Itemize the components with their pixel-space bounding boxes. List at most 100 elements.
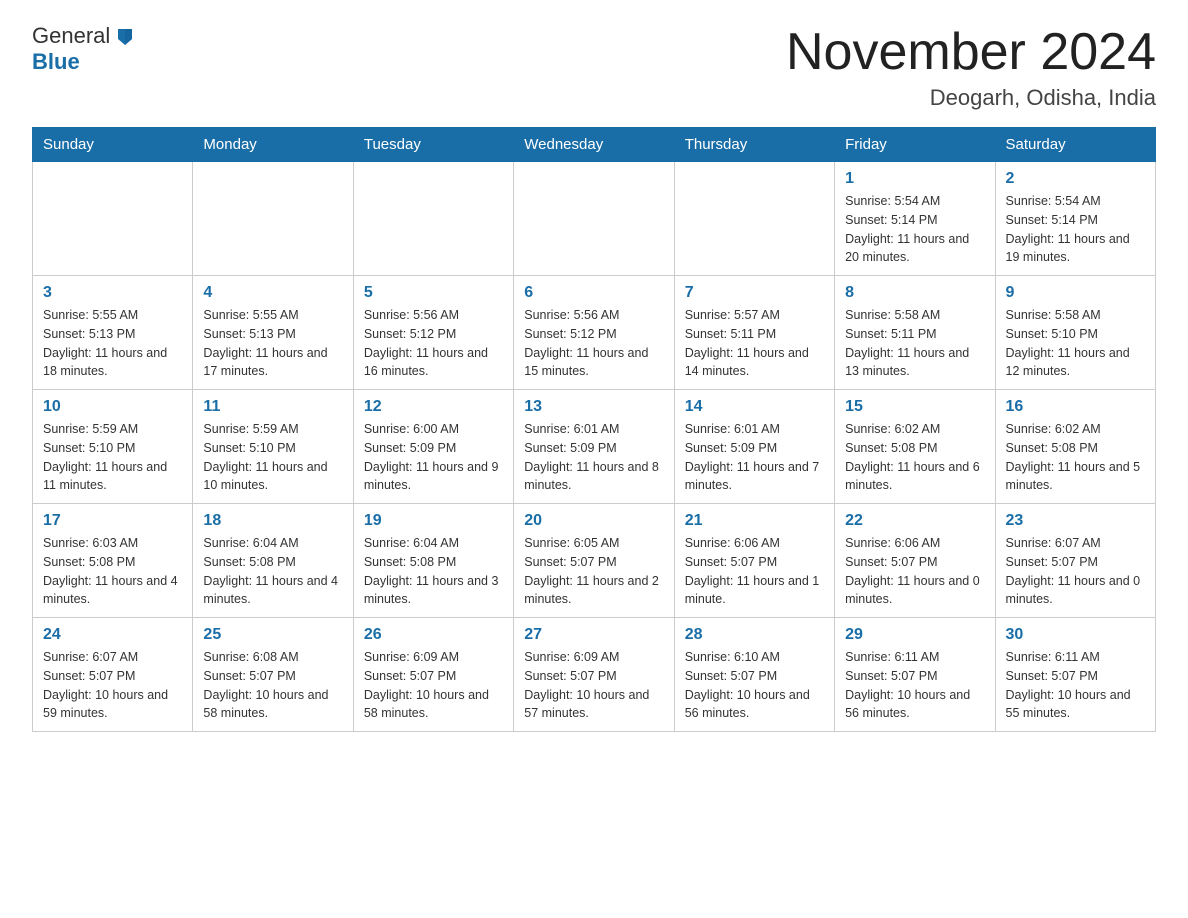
- day-info: Sunrise: 6:00 AM Sunset: 5:09 PM Dayligh…: [364, 420, 503, 495]
- day-info: Sunrise: 6:07 AM Sunset: 5:07 PM Dayligh…: [43, 648, 182, 723]
- day-number: 1: [845, 170, 984, 188]
- calendar-cell: [33, 162, 193, 276]
- calendar-week-row: 17 Sunrise: 6:03 AM Sunset: 5:08 PM Dayli…: [33, 504, 1156, 618]
- calendar-cell: 13 Sunrise: 6:01 AM Sunset: 5:09 PM Dayli…: [514, 390, 674, 504]
- calendar-cell: 11 Sunrise: 5:59 AM Sunset: 5:10 PM Dayli…: [193, 390, 353, 504]
- calendar-cell: [353, 162, 513, 276]
- calendar-cell: 25 Sunrise: 6:08 AM Sunset: 5:07 PM Dayli…: [193, 618, 353, 732]
- day-info: Sunrise: 6:04 AM Sunset: 5:08 PM Dayligh…: [203, 534, 342, 609]
- calendar-cell: 14 Sunrise: 6:01 AM Sunset: 5:09 PM Dayli…: [674, 390, 834, 504]
- calendar-week-row: 1 Sunrise: 5:54 AM Sunset: 5:14 PM Daylig…: [33, 162, 1156, 276]
- calendar-cell: 10 Sunrise: 5:59 AM Sunset: 5:10 PM Dayli…: [33, 390, 193, 504]
- calendar-cell: 3 Sunrise: 5:55 AM Sunset: 5:13 PM Daylig…: [33, 276, 193, 390]
- day-of-week-header: Wednesday: [514, 128, 674, 162]
- calendar-cell: 24 Sunrise: 6:07 AM Sunset: 5:07 PM Dayli…: [33, 618, 193, 732]
- day-info: Sunrise: 6:02 AM Sunset: 5:08 PM Dayligh…: [845, 420, 984, 495]
- day-info: Sunrise: 6:02 AM Sunset: 5:08 PM Dayligh…: [1006, 420, 1145, 495]
- calendar-cell: 21 Sunrise: 6:06 AM Sunset: 5:07 PM Dayli…: [674, 504, 834, 618]
- calendar-cell: 22 Sunrise: 6:06 AM Sunset: 5:07 PM Dayli…: [835, 504, 995, 618]
- day-info: Sunrise: 5:54 AM Sunset: 5:14 PM Dayligh…: [1006, 192, 1145, 267]
- calendar-cell: 28 Sunrise: 6:10 AM Sunset: 5:07 PM Dayli…: [674, 618, 834, 732]
- day-info: Sunrise: 5:58 AM Sunset: 5:11 PM Dayligh…: [845, 306, 984, 381]
- day-info: Sunrise: 6:06 AM Sunset: 5:07 PM Dayligh…: [845, 534, 984, 609]
- location-title: Deogarh, Odisha, India: [786, 85, 1156, 111]
- logo-general-text: General: [32, 25, 110, 47]
- calendar-cell: [514, 162, 674, 276]
- day-number: 23: [1006, 512, 1145, 530]
- day-number: 12: [364, 398, 503, 416]
- day-info: Sunrise: 6:03 AM Sunset: 5:08 PM Dayligh…: [43, 534, 182, 609]
- calendar-cell: 2Sunrise: 5:54 AM Sunset: 5:14 PM Daylig…: [995, 162, 1155, 276]
- day-number: 10: [43, 398, 182, 416]
- day-number: 20: [524, 512, 663, 530]
- day-number: 8: [845, 284, 984, 302]
- day-number: 26: [364, 626, 503, 644]
- day-of-week-header: Tuesday: [353, 128, 513, 162]
- day-info: Sunrise: 6:09 AM Sunset: 5:07 PM Dayligh…: [524, 648, 663, 723]
- calendar-cell: 18 Sunrise: 6:04 AM Sunset: 5:08 PM Dayli…: [193, 504, 353, 618]
- day-info: Sunrise: 6:01 AM Sunset: 5:09 PM Dayligh…: [524, 420, 663, 495]
- day-info: Sunrise: 5:54 AM Sunset: 5:14 PM Dayligh…: [845, 192, 984, 267]
- day-info: Sunrise: 6:11 AM Sunset: 5:07 PM Dayligh…: [1006, 648, 1145, 723]
- day-number: 28: [685, 626, 824, 644]
- day-number: 4: [203, 284, 342, 302]
- calendar-cell: 15 Sunrise: 6:02 AM Sunset: 5:08 PM Dayli…: [835, 390, 995, 504]
- title-area: November 2024 Deogarh, Odisha, India: [786, 24, 1156, 111]
- day-info: Sunrise: 5:56 AM Sunset: 5:12 PM Dayligh…: [524, 306, 663, 381]
- day-number: 6: [524, 284, 663, 302]
- calendar-cell: 9Sunrise: 5:58 AM Sunset: 5:10 PM Daylig…: [995, 276, 1155, 390]
- page-header: General Blue November 2024 Deogarh, Odis…: [32, 24, 1156, 111]
- day-number: 22: [845, 512, 984, 530]
- day-of-week-header: Sunday: [33, 128, 193, 162]
- calendar-cell: 26 Sunrise: 6:09 AM Sunset: 5:07 PM Dayli…: [353, 618, 513, 732]
- day-info: Sunrise: 6:10 AM Sunset: 5:07 PM Dayligh…: [685, 648, 824, 723]
- day-of-week-header: Saturday: [995, 128, 1155, 162]
- day-number: 19: [364, 512, 503, 530]
- day-info: Sunrise: 6:01 AM Sunset: 5:09 PM Dayligh…: [685, 420, 824, 495]
- calendar-header-row: SundayMondayTuesdayWednesdayThursdayFrid…: [33, 128, 1156, 162]
- day-info: Sunrise: 5:55 AM Sunset: 5:13 PM Dayligh…: [43, 306, 182, 381]
- logo-arrow-icon: [113, 24, 136, 47]
- calendar-week-row: 24 Sunrise: 6:07 AM Sunset: 5:07 PM Dayli…: [33, 618, 1156, 732]
- day-number: 5: [364, 284, 503, 302]
- calendar-cell: 5 Sunrise: 5:56 AM Sunset: 5:12 PM Daylig…: [353, 276, 513, 390]
- day-number: 18: [203, 512, 342, 530]
- day-of-week-header: Monday: [193, 128, 353, 162]
- calendar-week-row: 10 Sunrise: 5:59 AM Sunset: 5:10 PM Dayli…: [33, 390, 1156, 504]
- day-number: 3: [43, 284, 182, 302]
- day-number: 11: [203, 398, 342, 416]
- calendar-cell: 4 Sunrise: 5:55 AM Sunset: 5:13 PM Daylig…: [193, 276, 353, 390]
- calendar-cell: [674, 162, 834, 276]
- day-info: Sunrise: 5:57 AM Sunset: 5:11 PM Dayligh…: [685, 306, 824, 381]
- calendar-table: SundayMondayTuesdayWednesdayThursdayFrid…: [32, 127, 1156, 732]
- calendar-cell: 12 Sunrise: 6:00 AM Sunset: 5:09 PM Dayli…: [353, 390, 513, 504]
- day-info: Sunrise: 5:55 AM Sunset: 5:13 PM Dayligh…: [203, 306, 342, 381]
- day-number: 14: [685, 398, 824, 416]
- day-number: 16: [1006, 398, 1145, 416]
- day-number: 24: [43, 626, 182, 644]
- day-info: Sunrise: 6:08 AM Sunset: 5:07 PM Dayligh…: [203, 648, 342, 723]
- calendar-cell: 19Sunrise: 6:04 AM Sunset: 5:08 PM Dayli…: [353, 504, 513, 618]
- calendar-cell: 29Sunrise: 6:11 AM Sunset: 5:07 PM Dayli…: [835, 618, 995, 732]
- day-info: Sunrise: 6:06 AM Sunset: 5:07 PM Dayligh…: [685, 534, 824, 609]
- day-info: Sunrise: 5:59 AM Sunset: 5:10 PM Dayligh…: [43, 420, 182, 495]
- day-number: 29: [845, 626, 984, 644]
- day-number: 9: [1006, 284, 1145, 302]
- day-number: 17: [43, 512, 182, 530]
- calendar-cell: 7 Sunrise: 5:57 AM Sunset: 5:11 PM Daylig…: [674, 276, 834, 390]
- day-info: Sunrise: 5:59 AM Sunset: 5:10 PM Dayligh…: [203, 420, 342, 495]
- day-number: 25: [203, 626, 342, 644]
- day-number: 13: [524, 398, 663, 416]
- day-info: Sunrise: 5:56 AM Sunset: 5:12 PM Dayligh…: [364, 306, 503, 381]
- calendar-cell: [193, 162, 353, 276]
- calendar-week-row: 3 Sunrise: 5:55 AM Sunset: 5:13 PM Daylig…: [33, 276, 1156, 390]
- day-info: Sunrise: 6:05 AM Sunset: 5:07 PM Dayligh…: [524, 534, 663, 609]
- day-number: 15: [845, 398, 984, 416]
- day-number: 21: [685, 512, 824, 530]
- day-info: Sunrise: 6:09 AM Sunset: 5:07 PM Dayligh…: [364, 648, 503, 723]
- calendar-cell: 16 Sunrise: 6:02 AM Sunset: 5:08 PM Dayli…: [995, 390, 1155, 504]
- day-number: 27: [524, 626, 663, 644]
- day-number: 7: [685, 284, 824, 302]
- calendar-cell: 30Sunrise: 6:11 AM Sunset: 5:07 PM Dayli…: [995, 618, 1155, 732]
- day-of-week-header: Friday: [835, 128, 995, 162]
